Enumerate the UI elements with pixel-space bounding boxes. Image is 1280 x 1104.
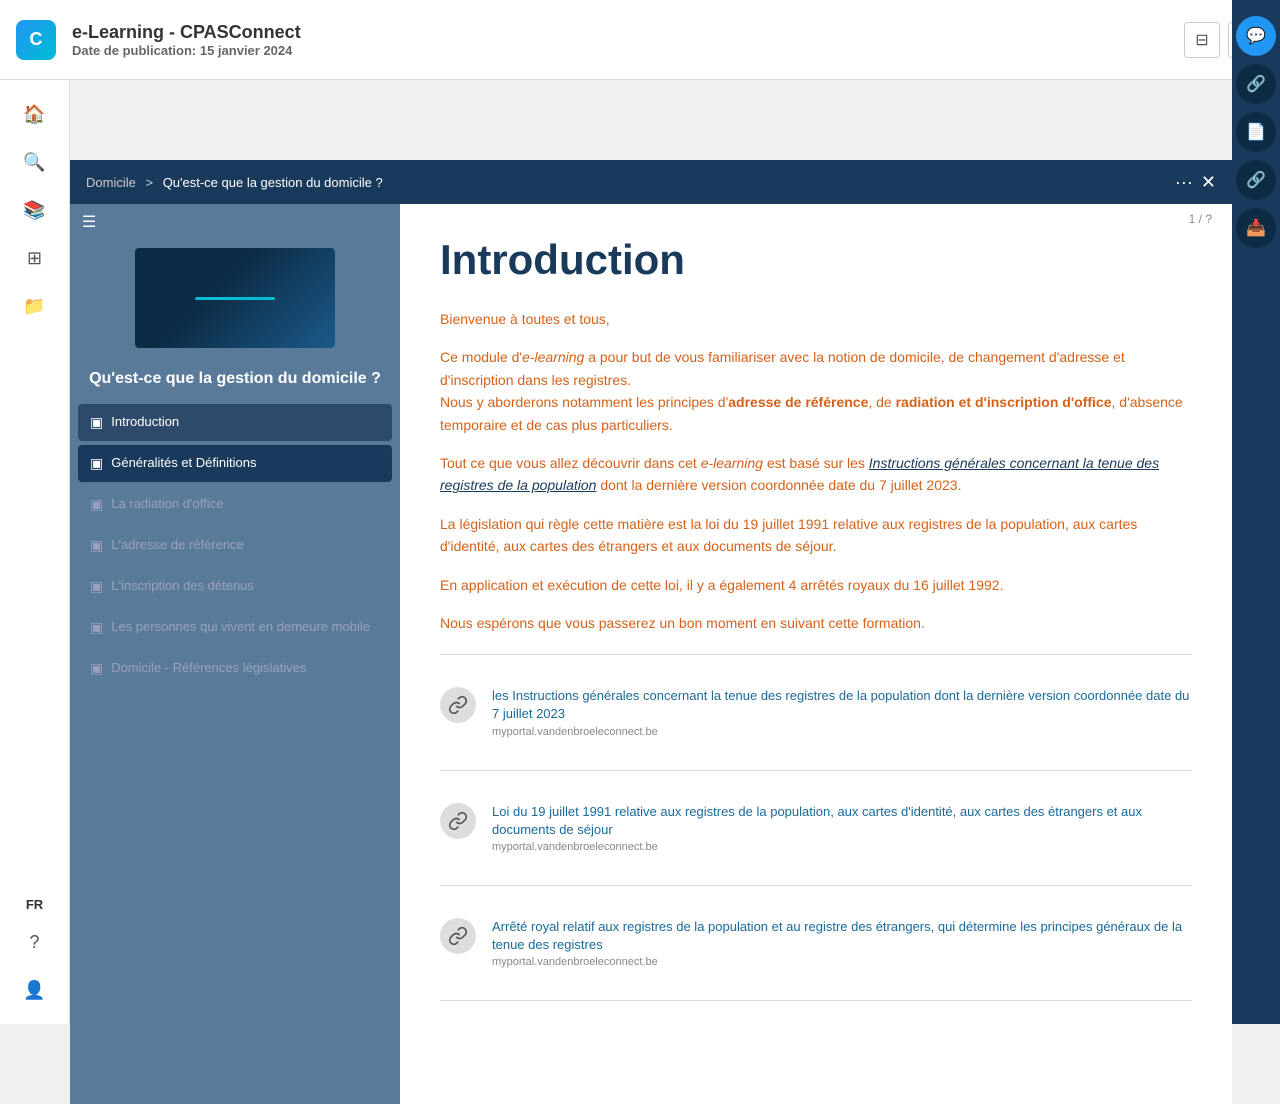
sidebar-library-icon[interactable]: 📚 — [17, 192, 53, 228]
link-card-3-title[interactable]: Arrêté royal relatif aux registres de la… — [492, 918, 1192, 954]
publication-date: Date de publication: 15 janvier 2024 — [72, 43, 1184, 58]
modal-body: ☰ Qu'est-ce que la gestion du domicile ?… — [70, 204, 1232, 1104]
nav-label-references: Domicile - Références législatives — [111, 660, 306, 677]
nav-label-mobile: Les personnes qui vivent en demeure mobi… — [111, 619, 370, 636]
right-sidebar: 💬 🔗 📄 🔗 📥 — [1232, 0, 1280, 1024]
nav-icon-references: ▣ — [90, 660, 103, 677]
logo: C — [16, 20, 56, 60]
panel-thumbnail-line — [195, 297, 275, 300]
link-card-2-url: myportal.vandenbroeleconnect.be — [492, 841, 1192, 853]
modal-more-button[interactable]: ··· — [1175, 172, 1193, 193]
divider-2 — [440, 770, 1192, 771]
sidebar-bottom: FR ? 👤 — [17, 897, 53, 1024]
nav-icon-generalites: ▣ — [90, 455, 103, 472]
right-sidebar-link1-icon[interactable]: 🔗 — [1236, 64, 1276, 104]
link-card-3-icon — [440, 918, 476, 954]
paragraph-instructions: Tout ce que vous allez découvrir dans ce… — [440, 452, 1192, 497]
right-sidebar-doc-icon[interactable]: 📄 — [1236, 112, 1276, 152]
bookmark-button[interactable]: ⊟ — [1184, 22, 1220, 58]
nav-item-adresse: ▣ L'adresse de référence — [78, 527, 392, 564]
nav-icon-adresse: ▣ — [90, 537, 103, 554]
nav-icon-radiation: ▣ — [90, 496, 103, 513]
divider-1 — [440, 654, 1192, 655]
link-card-3-content: Arrêté royal relatif aux registres de la… — [492, 918, 1192, 968]
right-sidebar-download-icon[interactable]: 📥 — [1236, 208, 1276, 248]
link-card-2-icon — [440, 803, 476, 839]
nav-item-references: ▣ Domicile - Références législatives — [78, 650, 392, 687]
link-card-3-url: myportal.vandenbroeleconnect.be — [492, 956, 1192, 968]
nav-item-detenus: ▣ L'inscription des détenus — [78, 568, 392, 605]
breadcrumb-sep: > — [145, 175, 153, 190]
content-area: 1 / ? Introduction Bienvenue à toutes et… — [400, 204, 1232, 1104]
sidebar-user-icon[interactable]: 👤 — [17, 972, 53, 1008]
right-sidebar-link2-icon[interactable]: 🔗 — [1236, 160, 1276, 200]
top-bar: C e-Learning - CPASConnect Date de publi… — [0, 0, 1280, 80]
link-card-1-title[interactable]: les Instructions générales concernant la… — [492, 687, 1192, 723]
page-counter: 1 / ? — [1189, 212, 1212, 226]
link-card-1-url: myportal.vandenbroeleconnect.be — [492, 726, 1192, 738]
nav-item-radiation: ▣ La radiation d'office — [78, 486, 392, 523]
sidebar-help-icon[interactable]: ? — [17, 924, 53, 960]
panel-thumbnail — [135, 248, 335, 348]
link-card-3: Arrêté royal relatif aux registres de la… — [440, 906, 1192, 980]
breadcrumb-current: Qu'est-ce que la gestion du domicile ? — [163, 175, 383, 190]
nav-item-generalites[interactable]: ▣ Généralités et Définitions — [78, 445, 392, 482]
link-card-1-icon — [440, 687, 476, 723]
nav-icon-mobile: ▣ — [90, 619, 103, 636]
paragraph-arretes: En application et exécution de cette loi… — [440, 574, 1192, 596]
nav-item-introduction[interactable]: ▣ Introduction — [78, 404, 392, 441]
panel-toggle-button[interactable]: ☰ — [70, 204, 400, 240]
panel-title: Qu'est-ce que la gestion du domicile ? — [70, 356, 400, 402]
content-title: Introduction — [440, 236, 1192, 284]
paragraph-welcome: Bienvenue à toutes et tous, — [440, 308, 1192, 330]
nav-label-radiation: La radiation d'office — [111, 496, 223, 513]
modal: Domicile > Qu'est-ce que la gestion du d… — [70, 160, 1232, 1104]
modal-header: Domicile > Qu'est-ce que la gestion du d… — [70, 160, 1232, 204]
main-area: Domicile > Qu'est-ce que la gestion du d… — [70, 160, 1232, 1104]
sidebar-home-icon[interactable]: 🏠 — [17, 96, 53, 132]
app-title: e-Learning - CPASConnect — [72, 22, 1184, 43]
paragraph-module: Ce module d'e-learning a pour but de vou… — [440, 346, 1192, 436]
panel-thumbnail-inner — [135, 248, 335, 348]
nav-label-adresse: L'adresse de référence — [111, 537, 244, 554]
modal-close-button[interactable]: ✕ — [1201, 172, 1216, 193]
divider-3 — [440, 885, 1192, 886]
divider-4 — [440, 1000, 1192, 1001]
nav-label-detenus: L'inscription des détenus — [111, 578, 254, 595]
language-button[interactable]: FR — [26, 897, 43, 912]
link-card-2: Loi du 19 juillet 1991 relative aux regi… — [440, 791, 1192, 865]
panel-sidebar: ☰ Qu'est-ce que la gestion du domicile ?… — [70, 204, 400, 1104]
nav-icon-introduction: ▣ — [90, 414, 103, 431]
link-card-1: les Instructions générales concernant la… — [440, 675, 1192, 749]
breadcrumb-home[interactable]: Domicile — [86, 175, 136, 190]
left-sidebar: 🏠 🔍 📚 ⊞ 📁 FR ? 👤 — [0, 80, 70, 1024]
right-sidebar-chat-icon[interactable]: 💬 — [1236, 16, 1276, 56]
sidebar-search-icon[interactable]: 🔍 — [17, 144, 53, 180]
modal-header-actions: ··· ✕ — [1175, 172, 1216, 193]
top-bar-info: e-Learning - CPASConnect Date de publica… — [72, 22, 1184, 58]
sidebar-folder-icon[interactable]: 📁 — [17, 288, 53, 324]
nav-label-generalites: Généralités et Définitions — [111, 455, 256, 472]
nav-label-introduction: Introduction — [111, 414, 179, 431]
nav-icon-detenus: ▣ — [90, 578, 103, 595]
link-card-2-content: Loi du 19 juillet 1991 relative aux regi… — [492, 803, 1192, 853]
nav-item-mobile: ▣ Les personnes qui vivent en demeure mo… — [78, 609, 392, 646]
breadcrumb: Domicile > Qu'est-ce que la gestion du d… — [86, 175, 1175, 190]
link-card-2-title[interactable]: Loi du 19 juillet 1991 relative aux regi… — [492, 803, 1192, 839]
paragraph-espoir: Nous espérons que vous passerez un bon m… — [440, 612, 1192, 634]
link-card-1-content: les Instructions générales concernant la… — [492, 687, 1192, 737]
sidebar-grid-icon[interactable]: ⊞ — [17, 240, 53, 276]
paragraph-legislation: La législation qui règle cette matière e… — [440, 513, 1192, 558]
